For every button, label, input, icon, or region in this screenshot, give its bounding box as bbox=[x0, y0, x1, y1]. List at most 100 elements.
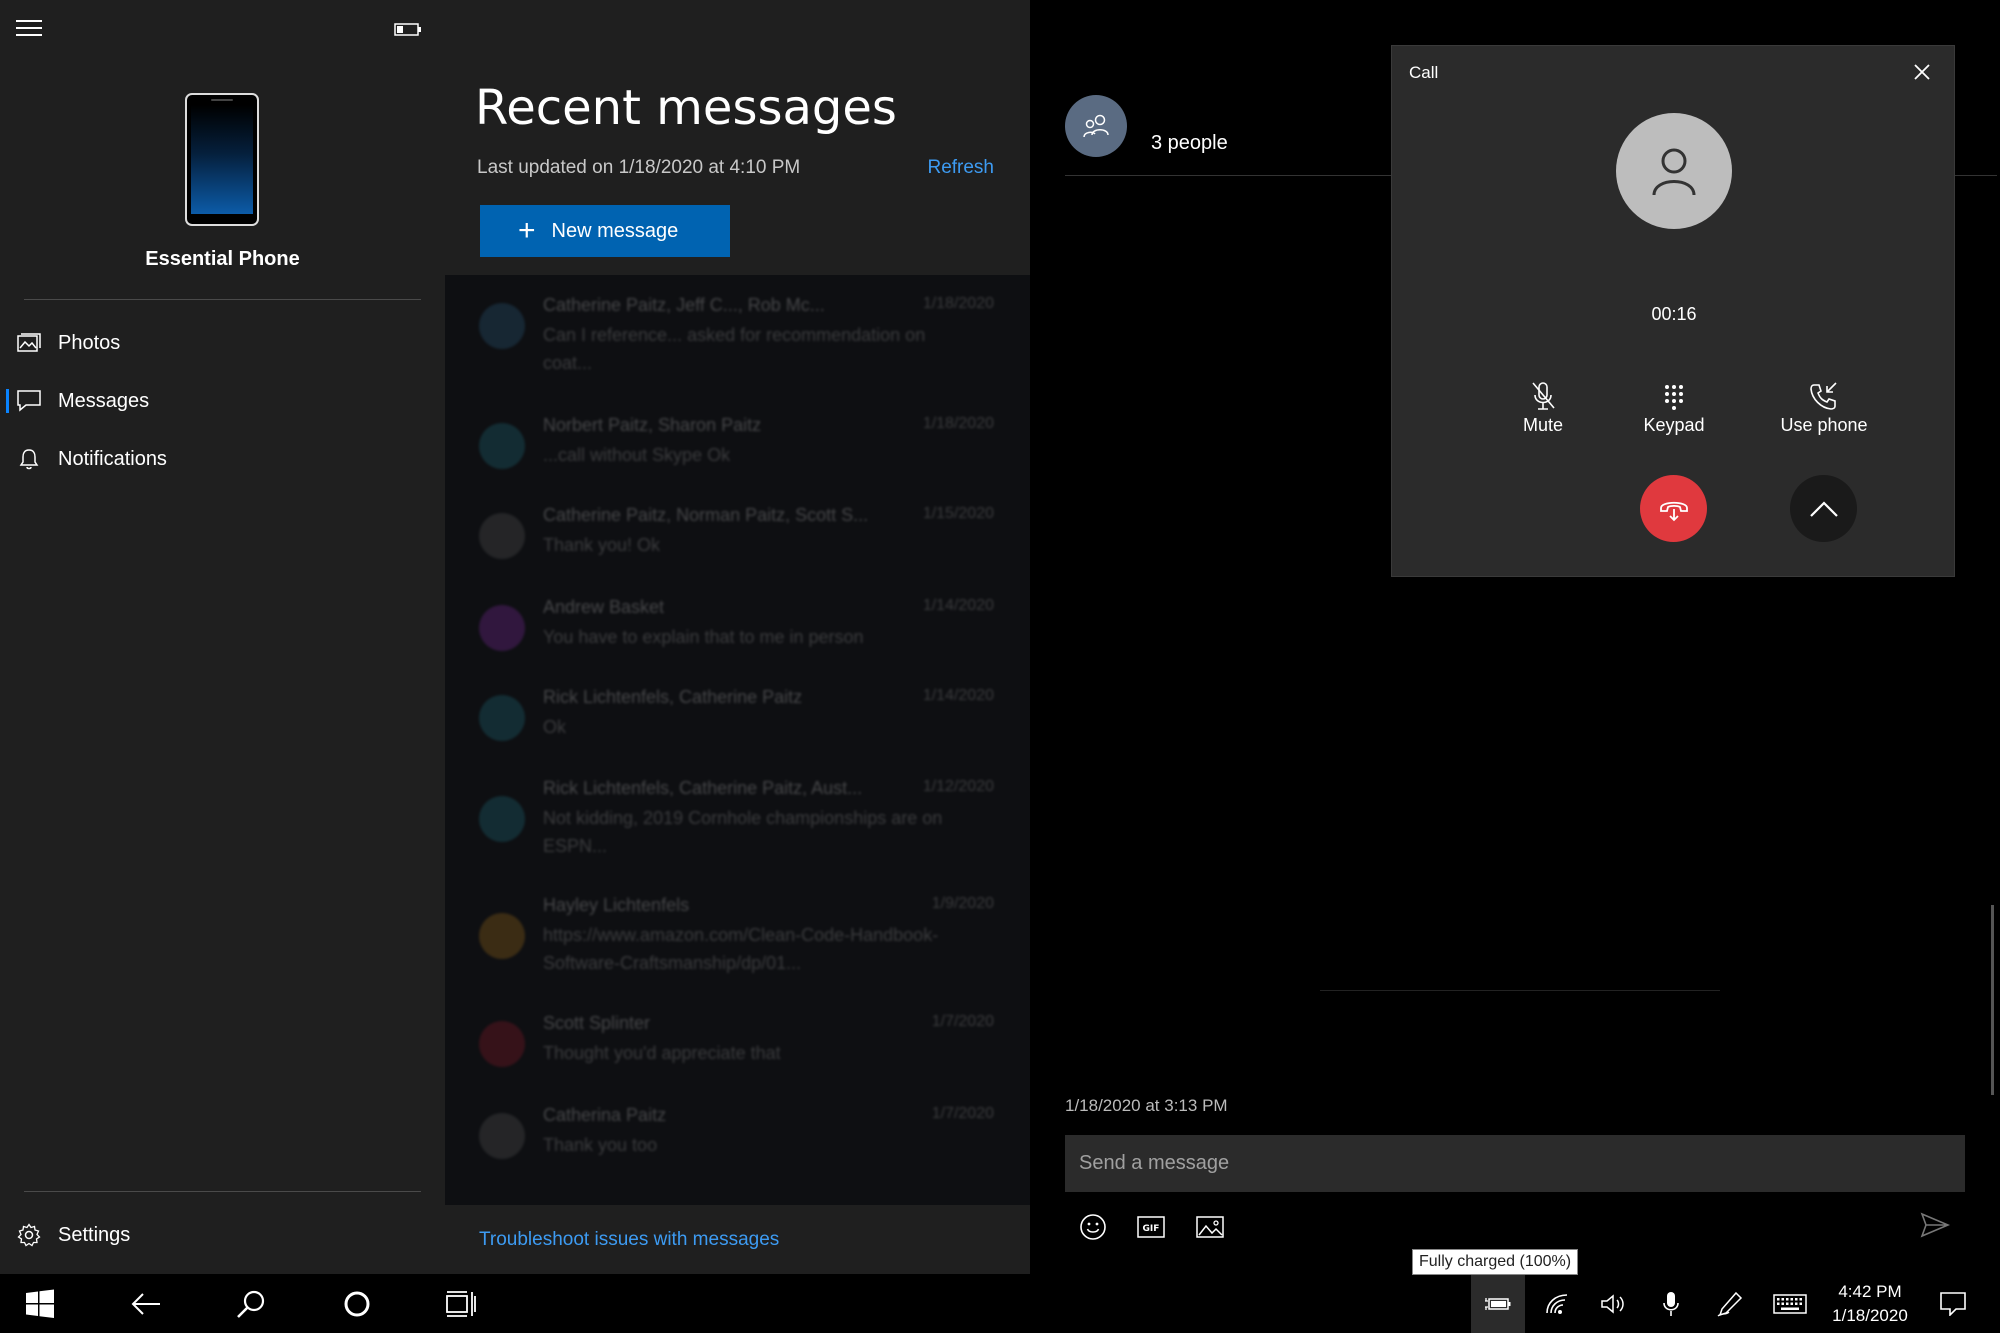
phone-image bbox=[185, 93, 259, 226]
clock[interactable]: 4:42 PM 1/18/2020 bbox=[1815, 1280, 1925, 1328]
hang-up-icon bbox=[1659, 501, 1688, 521]
sidebar-item-notifications[interactable]: Notifications bbox=[0, 434, 445, 484]
bell-icon bbox=[16, 446, 42, 472]
list-item[interactable]: Norbert Paitz, Sharon Paitz 1/18/2020 ..… bbox=[445, 415, 1030, 485]
avatar bbox=[479, 796, 525, 842]
caller-avatar bbox=[1616, 113, 1732, 229]
back-button[interactable] bbox=[106, 1274, 186, 1333]
keypad-button[interactable]: Keypad bbox=[1609, 379, 1739, 439]
call-title: Call bbox=[1409, 63, 1439, 82]
use-phone-label: Use phone bbox=[1780, 415, 1868, 435]
avatar bbox=[479, 513, 525, 559]
page-title: Recent messages bbox=[475, 80, 897, 136]
list-item[interactable]: Rick Lichtenfels, Catherine Paitz 1/14/2… bbox=[445, 687, 1030, 757]
tray-battery-button[interactable] bbox=[1471, 1274, 1525, 1333]
list-item[interactable]: Catherine Paitz, Jeff C..., Rob Mc... 1/… bbox=[445, 295, 1030, 373]
settings-label: Settings bbox=[58, 1223, 131, 1246]
cortana-button[interactable] bbox=[317, 1274, 397, 1333]
sidebar-item-label: Notifications bbox=[58, 447, 167, 470]
expand-button[interactable] bbox=[1790, 475, 1857, 542]
avatar bbox=[479, 913, 525, 959]
sidebar-item-messages[interactable]: Messages bbox=[0, 376, 445, 426]
troubleshoot-link[interactable]: Troubleshoot issues with messages bbox=[479, 1229, 779, 1251]
task-view-icon bbox=[446, 1290, 476, 1317]
avatar bbox=[479, 605, 525, 651]
thread-names: Scott Splinter bbox=[543, 1013, 651, 1033]
send-button[interactable] bbox=[1920, 1212, 1954, 1242]
windows-icon bbox=[26, 1289, 54, 1318]
gif-button[interactable]: GIF bbox=[1134, 1212, 1168, 1242]
sidebar: Essential Phone Photos Messages Notifica… bbox=[0, 0, 445, 1274]
mute-label: Mute bbox=[1522, 415, 1564, 435]
wifi-icon bbox=[1546, 1293, 1568, 1314]
clock-date: 1/18/2020 bbox=[1832, 1306, 1908, 1325]
thread-date: 1/7/2020 bbox=[931, 1105, 994, 1122]
thread-names: Catherina Paitz bbox=[543, 1105, 667, 1125]
tray-network-button[interactable] bbox=[1531, 1274, 1585, 1333]
message-icon bbox=[16, 388, 42, 414]
notification-center-icon bbox=[1940, 1291, 1966, 1316]
thread-preview: https://www.amazon.com/Clean-Code-Handbo… bbox=[543, 925, 939, 973]
keypad-label: Keypad bbox=[1643, 415, 1705, 435]
thread-preview: Can I reference... asked for recommendat… bbox=[543, 325, 926, 373]
tray-volume-button[interactable] bbox=[1586, 1274, 1640, 1333]
thread-names: Rick Lichtenfels, Catherine Paitz, Aust.… bbox=[543, 778, 863, 798]
close-icon[interactable] bbox=[1910, 60, 1934, 84]
thread-names: Catherine Paitz, Norman Paitz, Scott S..… bbox=[543, 505, 869, 525]
use-phone-button[interactable]: Use phone bbox=[1759, 379, 1889, 439]
clock-time: 4:42 PM bbox=[1838, 1282, 1902, 1301]
start-button[interactable] bbox=[0, 1274, 80, 1333]
search-icon bbox=[237, 1290, 265, 1318]
search-button[interactable] bbox=[211, 1274, 291, 1333]
sidebar-item-label: Photos bbox=[58, 331, 121, 354]
list-item[interactable]: Rick Lichtenfels, Catherine Paitz, Aust.… bbox=[445, 778, 1030, 868]
thread-names: Hayley Lichtenfels bbox=[543, 895, 690, 915]
mute-button[interactable]: Mute bbox=[1478, 379, 1608, 439]
thread-preview: Thank you too bbox=[543, 1135, 658, 1155]
settings-button[interactable]: Settings bbox=[0, 1210, 445, 1260]
tray-pen-button[interactable] bbox=[1703, 1274, 1757, 1333]
person-icon bbox=[1652, 148, 1696, 196]
people-icon bbox=[1083, 114, 1109, 138]
back-arrow-icon bbox=[131, 1292, 160, 1315]
list-item[interactable]: Hayley Lichtenfels 1/9/2020 https://www.… bbox=[445, 895, 1030, 985]
message-input-placeholder: Send a message bbox=[1079, 1152, 1230, 1174]
thread-preview: Thank you! Ok bbox=[543, 535, 661, 555]
hamburger-menu-icon[interactable] bbox=[16, 20, 42, 40]
gear-icon bbox=[16, 1222, 42, 1248]
gif-icon: GIF bbox=[1137, 1216, 1165, 1238]
pen-icon bbox=[1717, 1291, 1743, 1316]
image-button[interactable] bbox=[1193, 1212, 1227, 1242]
thread-preview: Not kidding, 2019 Cornhole championships… bbox=[543, 808, 943, 856]
hang-up-button[interactable] bbox=[1640, 475, 1707, 542]
list-item[interactable]: Catherina Paitz 1/7/2020 Thank you too bbox=[445, 1105, 1030, 1175]
tray-keyboard-button[interactable] bbox=[1763, 1274, 1817, 1333]
list-item[interactable]: Catherine Paitz, Norman Paitz, Scott S..… bbox=[445, 505, 1030, 575]
thread-names: Norbert Paitz, Sharon Paitz bbox=[543, 415, 762, 435]
task-view-button[interactable] bbox=[421, 1274, 501, 1333]
battery-charging-icon bbox=[1485, 1297, 1511, 1310]
new-message-button[interactable]: + New message bbox=[480, 205, 730, 257]
emoji-icon bbox=[1080, 1214, 1106, 1240]
group-avatar bbox=[1065, 95, 1127, 157]
list-item[interactable]: Scott Splinter 1/7/2020 Thought you'd ap… bbox=[445, 1013, 1030, 1083]
thread-preview: You have to explain that to me in person bbox=[543, 627, 864, 647]
message-input[interactable]: Send a message bbox=[1065, 1135, 1965, 1192]
photos-icon bbox=[16, 330, 42, 356]
scrollbar[interactable] bbox=[1991, 905, 1994, 1095]
thread-preview: ...call without Skype Ok bbox=[543, 445, 731, 465]
sidebar-item-photos[interactable]: Photos bbox=[0, 318, 445, 368]
messages-header: Recent messages Last updated on 1/18/202… bbox=[445, 0, 1030, 275]
emoji-button[interactable] bbox=[1076, 1212, 1110, 1242]
list-item[interactable]: Andrew Basket 1/14/2020 You have to expl… bbox=[445, 597, 1030, 667]
thread-date: 1/14/2020 bbox=[922, 687, 994, 704]
plus-icon: + bbox=[518, 214, 536, 247]
action-center-button[interactable] bbox=[1928, 1274, 1978, 1333]
tray-microphone-button[interactable] bbox=[1644, 1274, 1698, 1333]
message-divider bbox=[1320, 990, 1720, 991]
avatar bbox=[479, 303, 525, 349]
message-timestamp: 1/18/2020 at 3:13 PM bbox=[1065, 1096, 1228, 1115]
thread-names: Catherine Paitz, Jeff C..., Rob Mc... bbox=[543, 295, 825, 315]
refresh-link[interactable]: Refresh bbox=[927, 157, 994, 179]
call-timer: 00:16 bbox=[1651, 304, 1697, 324]
